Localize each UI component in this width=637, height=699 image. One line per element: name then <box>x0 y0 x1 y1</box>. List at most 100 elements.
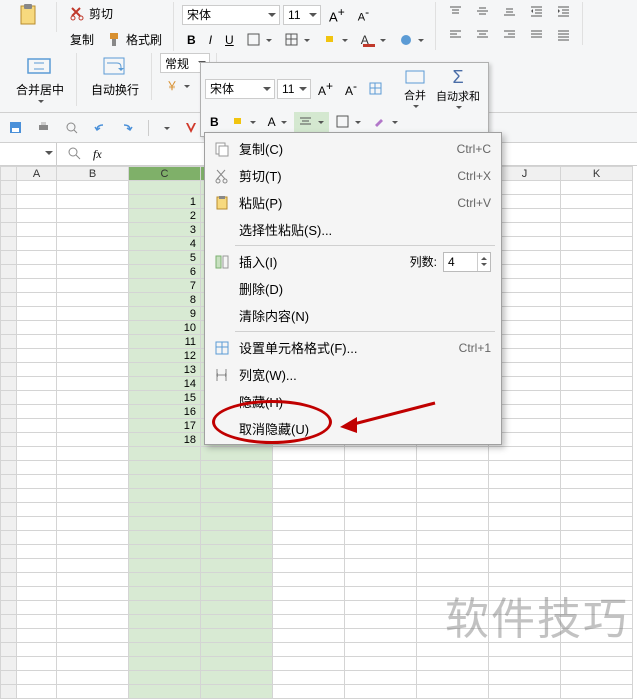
mini-inc-font[interactable]: A+ <box>313 76 338 101</box>
cell[interactable] <box>17 601 57 615</box>
cell[interactable] <box>417 461 489 475</box>
qat-dropdown[interactable] <box>157 122 175 134</box>
mini-size-combo[interactable]: 11 <box>277 79 311 99</box>
cell[interactable] <box>17 545 57 559</box>
cell[interactable] <box>201 447 273 461</box>
cell[interactable] <box>489 517 561 531</box>
cell[interactable] <box>57 251 129 265</box>
cell[interactable] <box>17 657 57 671</box>
cell[interactable] <box>417 545 489 559</box>
cell[interactable] <box>17 489 57 503</box>
row-header[interactable] <box>1 433 17 447</box>
cell[interactable] <box>57 559 129 573</box>
row-header[interactable] <box>1 615 17 629</box>
cell[interactable] <box>273 587 345 601</box>
cell[interactable] <box>17 377 57 391</box>
cell[interactable] <box>201 657 273 671</box>
cell[interactable] <box>489 629 561 643</box>
cell[interactable] <box>17 419 57 433</box>
cell[interactable]: 18 <box>129 433 201 447</box>
cell[interactable] <box>57 195 129 209</box>
ctx-cut[interactable]: 剪切(T) Ctrl+X <box>205 162 501 189</box>
cell[interactable]: 6 <box>129 265 201 279</box>
cell[interactable] <box>201 489 273 503</box>
cell[interactable] <box>201 643 273 657</box>
cell[interactable] <box>57 349 129 363</box>
cell[interactable] <box>57 223 129 237</box>
border2-button[interactable] <box>280 30 315 50</box>
cell[interactable] <box>17 293 57 307</box>
cell[interactable] <box>57 573 129 587</box>
cell[interactable] <box>17 335 57 349</box>
cell[interactable]: 14 <box>129 377 201 391</box>
fill-color-button[interactable] <box>318 30 353 50</box>
cell[interactable] <box>17 643 57 657</box>
cell[interactable]: 13 <box>129 363 201 377</box>
currency-button[interactable]: ￥ <box>160 76 195 96</box>
row-header[interactable] <box>1 405 17 419</box>
align-middle-button[interactable] <box>471 2 495 22</box>
cell[interactable] <box>17 461 57 475</box>
cell[interactable] <box>129 447 201 461</box>
cell[interactable] <box>273 489 345 503</box>
cell[interactable] <box>561 489 633 503</box>
qat-print-button[interactable] <box>32 118 56 138</box>
ctx-clear[interactable]: 清除内容(N) <box>205 302 501 329</box>
cell[interactable] <box>129 671 201 685</box>
row-header[interactable] <box>1 209 17 223</box>
cell[interactable]: 11 <box>129 335 201 349</box>
cell[interactable] <box>489 531 561 545</box>
cell[interactable] <box>345 461 417 475</box>
cell[interactable] <box>561 349 633 363</box>
row-header[interactable] <box>1 531 17 545</box>
cell[interactable] <box>17 237 57 251</box>
cell[interactable]: 7 <box>129 279 201 293</box>
cell[interactable] <box>561 657 633 671</box>
cell[interactable] <box>57 321 129 335</box>
cell[interactable] <box>489 643 561 657</box>
cell[interactable] <box>273 531 345 545</box>
ctx-unhide[interactable]: 取消隐藏(U) <box>205 415 501 442</box>
cell[interactable] <box>201 545 273 559</box>
cell[interactable] <box>273 615 345 629</box>
row-header[interactable] <box>1 377 17 391</box>
cell[interactable] <box>17 559 57 573</box>
mini-more[interactable] <box>368 112 403 132</box>
name-box[interactable] <box>0 143 57 165</box>
cell[interactable]: 15 <box>129 391 201 405</box>
cell[interactable] <box>561 461 633 475</box>
cell[interactable] <box>561 223 633 237</box>
cell[interactable] <box>129 559 201 573</box>
row-header[interactable] <box>1 265 17 279</box>
ctx-copy[interactable]: 复制(C) Ctrl+C <box>205 135 501 162</box>
select-all-corner[interactable] <box>1 167 17 181</box>
cell[interactable] <box>129 629 201 643</box>
decrease-indent-button[interactable] <box>525 2 549 22</box>
mini-bold[interactable]: B <box>205 112 224 132</box>
cell[interactable] <box>57 209 129 223</box>
cell[interactable] <box>57 503 129 517</box>
cell[interactable] <box>561 279 633 293</box>
cell[interactable] <box>201 601 273 615</box>
cell[interactable] <box>345 657 417 671</box>
cell[interactable] <box>561 447 633 461</box>
cell[interactable] <box>489 475 561 489</box>
cell[interactable] <box>17 517 57 531</box>
cell[interactable] <box>17 223 57 237</box>
cell[interactable] <box>489 503 561 517</box>
align-center-button[interactable] <box>471 25 495 45</box>
row-header[interactable] <box>1 321 17 335</box>
cell[interactable] <box>561 181 633 195</box>
qat-undo-button[interactable] <box>88 118 112 138</box>
cell[interactable]: 10 <box>129 321 201 335</box>
cell[interactable] <box>489 447 561 461</box>
row-header[interactable] <box>1 181 17 195</box>
cell[interactable] <box>561 643 633 657</box>
cell[interactable] <box>561 615 633 629</box>
cell[interactable] <box>129 489 201 503</box>
cell[interactable] <box>17 671 57 685</box>
cell[interactable] <box>417 587 489 601</box>
cell[interactable] <box>417 517 489 531</box>
cell[interactable] <box>129 615 201 629</box>
cell[interactable] <box>345 643 417 657</box>
